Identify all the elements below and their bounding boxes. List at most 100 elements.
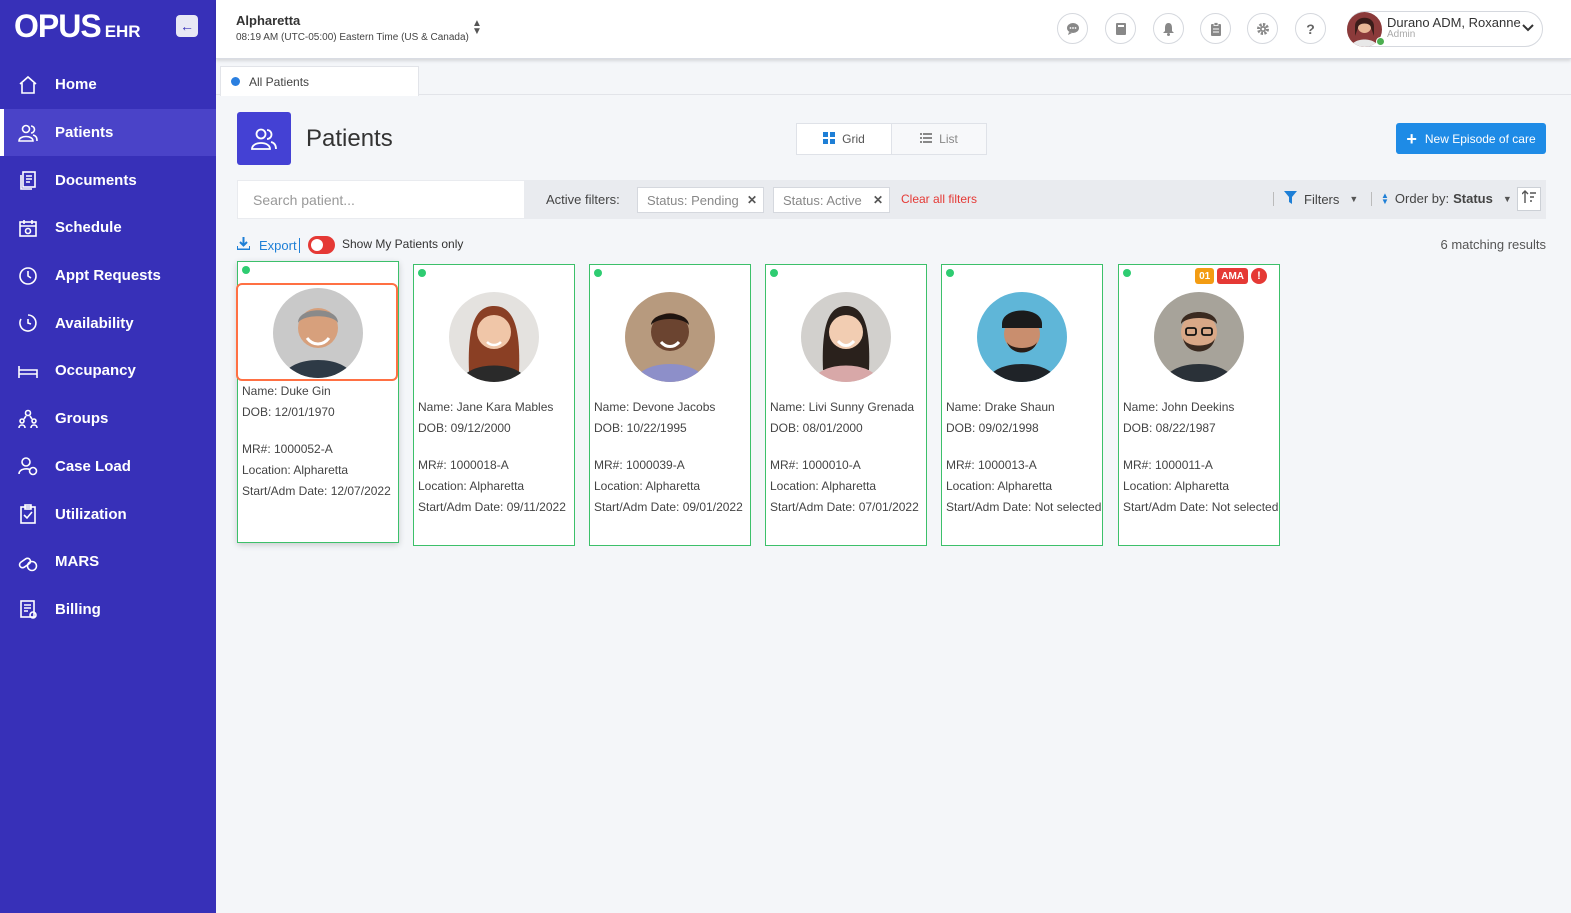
help-icon[interactable]: ? [1295, 13, 1326, 44]
availability-icon [18, 313, 38, 333]
sort-arrows-icon: ▲ ▼ [1381, 190, 1389, 206]
user-role: Admin [1387, 29, 1416, 40]
my-patients-toggle[interactable] [308, 236, 335, 254]
new-episode-label: New Episode of care [1424, 131, 1536, 146]
patient-start-date: Start/Adm Date: Not selected [1123, 500, 1279, 514]
status-dot [1123, 269, 1131, 277]
patient-photo [449, 292, 539, 382]
active-filters-label: Active filters: [546, 192, 620, 207]
patient-photo [625, 292, 715, 382]
sidebar-item-billing[interactable]: Billing [0, 586, 216, 634]
status-dot [242, 266, 250, 274]
sidebar-item-label: Billing [55, 600, 101, 618]
new-episode-button[interactable]: + New Episode of care [1396, 123, 1546, 154]
patient-card[interactable]: 01 AMA ! Name: John Deekins DOB: 08/22/1… [1118, 264, 1280, 546]
patient-card[interactable]: Name: Devone Jacobs DOB: 10/22/1995 MR#:… [589, 264, 751, 546]
status-dot [946, 269, 954, 277]
download-icon [236, 237, 251, 253]
divider [299, 238, 300, 253]
results-count: 6 matching results [1440, 237, 1547, 252]
gear-icon[interactable] [1247, 13, 1278, 44]
sidebar-item-schedule[interactable]: Schedule [0, 204, 216, 252]
location-switch-icon[interactable]: ▲ ▼ [472, 19, 482, 37]
book-icon[interactable] [1105, 13, 1136, 44]
sort-icon [1521, 189, 1536, 209]
sidebar-item-label: Appt Requests [55, 267, 161, 285]
alert-icon[interactable]: ! [1251, 268, 1267, 284]
filter-icon [1284, 191, 1297, 207]
sidebar-nav: Home Patients Documents Schedule Appt Re… [0, 61, 216, 633]
patient-dob: DOB: 08/22/1987 [1123, 421, 1216, 435]
patient-name: Name: Devone Jacobs [594, 400, 716, 414]
patient-photo [977, 292, 1067, 382]
clock-icon [18, 266, 38, 286]
sidebar-item-occupancy[interactable]: Occupancy [0, 347, 216, 395]
sidebar-item-appt-requests[interactable]: Appt Requests [0, 252, 216, 300]
close-icon[interactable]: ✕ [747, 193, 757, 207]
bed-icon [18, 361, 38, 381]
patient-card[interactable]: Name: Jane Kara Mables DOB: 09/12/2000 M… [413, 264, 575, 546]
export-button[interactable]: Export [236, 237, 297, 253]
case-load-icon [18, 456, 38, 476]
arrow-left-icon: ← [180, 18, 194, 34]
patient-info: Name: Devone Jacobs DOB: 10/22/1995 MR#:… [594, 397, 743, 518]
sidebar-item-availability[interactable]: Availability [0, 299, 216, 347]
sidebar-item-label: Case Load [55, 457, 131, 475]
sidebar-item-label: Patients [55, 124, 114, 142]
collapse-sidebar-button[interactable]: ← [176, 15, 198, 37]
clipboard-icon[interactable] [1200, 13, 1231, 44]
logo-sub: EHR [104, 22, 141, 41]
sidebar-item-documents[interactable]: Documents [0, 156, 216, 204]
filter-bar: Active filters: Status: Pending ✕ Status… [237, 180, 1546, 219]
filters-dropdown[interactable]: Filters ▼ [1284, 191, 1358, 207]
divider [1371, 192, 1372, 206]
patient-location: Location: Alpharetta [418, 479, 525, 493]
list-icon [920, 132, 933, 146]
sidebar-item-groups[interactable]: Groups [0, 395, 216, 443]
chat-icon[interactable] [1057, 13, 1088, 44]
order-by-dropdown[interactable]: ▲ ▼ Order by: Status ▼ [1381, 191, 1512, 206]
patient-start-date: Start/Adm Date: 09/01/2022 [594, 500, 743, 514]
patient-card[interactable]: Name: Drake Shaun DOB: 09/02/1998 MR#: 1… [941, 264, 1103, 546]
patient-mr: MR#: 1000018-A [418, 458, 509, 472]
user-name: Durano ADM, Roxanne [1387, 15, 1521, 30]
sidebar-item-case-load[interactable]: Case Load [0, 443, 216, 491]
tab-all-patients[interactable]: All Patients [220, 66, 419, 96]
sidebar-item-utilization[interactable]: Utilization [0, 490, 216, 538]
app-logo[interactable]: OPUS EHR [14, 8, 141, 48]
export-label: Export [259, 237, 297, 253]
pills-icon [18, 552, 38, 572]
patient-card[interactable]: Name: Duke Gin DOB: 12/01/1970 MR#: 1000… [236, 261, 399, 543]
clear-all-filters-link[interactable]: Clear all filters [901, 192, 977, 206]
patient-name: Name: John Deekins [1123, 400, 1235, 414]
filter-chip-label: Status: Active [783, 192, 862, 208]
grid-view-button[interactable]: Grid [797, 124, 892, 154]
documents-icon [18, 170, 38, 191]
bell-icon[interactable] [1153, 13, 1184, 44]
patient-dob: DOB: 10/22/1995 [594, 421, 687, 435]
grid-view-label: Grid [842, 132, 865, 146]
home-icon [18, 75, 38, 95]
toggle-knob [311, 239, 323, 251]
patient-info: Name: Jane Kara Mables DOB: 09/12/2000 M… [418, 397, 566, 518]
sidebar-item-mars[interactable]: MARS [0, 538, 216, 586]
sidebar-item-label: Documents [55, 171, 137, 189]
list-view-button[interactable]: List [892, 124, 986, 154]
status-dot [594, 269, 602, 277]
filter-chip-status-active: Status: Active ✕ [773, 187, 890, 213]
search-input[interactable] [237, 180, 525, 219]
user-menu[interactable]: Durano ADM, Roxanne Admin [1347, 11, 1543, 47]
sidebar-item-patients[interactable]: Patients [0, 108, 216, 157]
patient-name: Name: Duke Gin [242, 384, 331, 398]
sort-direction-button[interactable] [1517, 187, 1541, 211]
location-name[interactable]: Alpharetta [236, 13, 300, 28]
patient-dob: DOB: 12/01/1970 [242, 405, 335, 419]
patient-location: Location: Alpharetta [242, 463, 349, 477]
patient-card[interactable]: Name: Livi Sunny Grenada DOB: 08/01/2000… [765, 264, 927, 546]
my-patients-label: Show My Patients only [342, 237, 464, 251]
badge-count: 01 [1195, 268, 1215, 284]
sidebar-item-home[interactable]: Home [0, 61, 216, 109]
close-icon[interactable]: ✕ [873, 193, 883, 207]
patient-mr: MR#: 1000013-A [946, 458, 1037, 472]
patient-mr: MR#: 1000010-A [770, 458, 861, 472]
